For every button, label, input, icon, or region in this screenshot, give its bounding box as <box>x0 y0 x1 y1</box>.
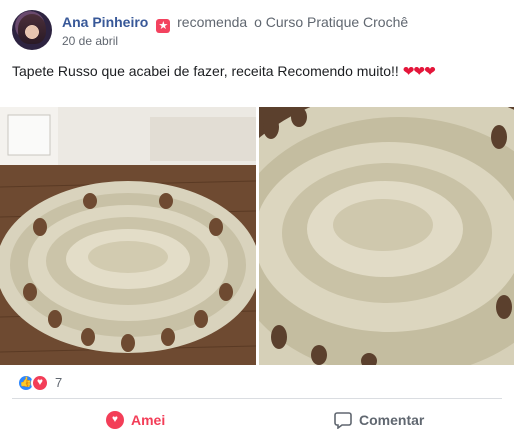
divider <box>12 398 502 399</box>
page-link[interactable]: Curso Pratique Crochê <box>266 14 408 30</box>
of-text: o <box>254 14 262 30</box>
post-date[interactable]: 20 de abril <box>62 34 118 48</box>
author-name[interactable]: Ana Pinheiro <box>62 14 148 30</box>
post-message: Tapete Russo que acabei de fazer, receit… <box>12 63 399 79</box>
photo-grid <box>0 107 514 365</box>
reaction-count: 7 <box>55 375 63 390</box>
comment-bubble-icon <box>334 412 352 429</box>
heart-emoji-icon: ❤❤❤ <box>402 63 436 79</box>
love-icon: ♥ <box>31 374 49 392</box>
avatar[interactable] <box>12 10 52 50</box>
post-header: Ana Pinheiro ★ recomenda o Curso Pratiqu… <box>12 10 502 52</box>
post-text: Tapete Russo que acabei de fazer, receit… <box>12 63 436 80</box>
love-button-label: Amei <box>131 412 166 428</box>
comment-button[interactable]: Comentar <box>334 404 424 436</box>
comment-button-label: Comentar <box>359 412 425 428</box>
recommend-star-icon: ★ <box>156 19 171 33</box>
post-headline: Ana Pinheiro ★ recomenda o Curso Pratiqu… <box>62 14 408 33</box>
crochet-rug-photo-closeup[interactable] <box>259 107 514 365</box>
recommends-text: recomenda <box>177 14 248 30</box>
crochet-rug-photo-floor[interactable] <box>0 107 256 365</box>
love-button[interactable]: ♥ Amei <box>106 404 165 436</box>
heart-icon: ♥ <box>106 411 124 429</box>
